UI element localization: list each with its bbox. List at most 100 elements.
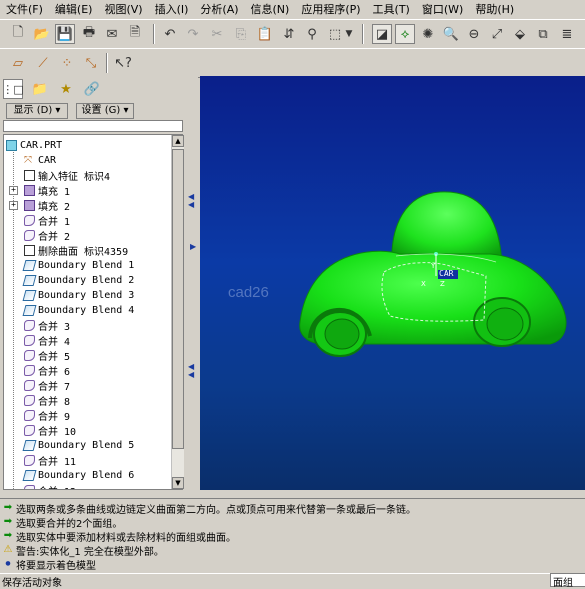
- toolbar-separator: [153, 24, 155, 44]
- tree-item[interactable]: 合并 7: [24, 378, 70, 393]
- zoom-in-icon[interactable]: 🔍: [441, 24, 461, 44]
- layers-icon[interactable]: ≣: [557, 24, 577, 44]
- expand-arrow-icon[interactable]: ▶: [190, 242, 196, 251]
- tree-item[interactable]: Boundary Blend 2: [22, 273, 134, 288]
- undo-icon[interactable]: ↶: [160, 24, 180, 44]
- spin-center-icon[interactable]: ✺: [418, 24, 438, 44]
- zoom-out-icon[interactable]: ⊖: [464, 24, 484, 44]
- context-help-icon[interactable]: ↖?: [113, 53, 133, 73]
- saved-views-icon[interactable]: ⧉: [533, 24, 553, 44]
- display-button[interactable]: 显示 (D) ▾: [6, 103, 68, 119]
- tree-item[interactable]: + 填充 2: [9, 198, 70, 213]
- find-icon[interactable]: ⚲: [302, 24, 322, 44]
- tree-item-label: 合并 1: [38, 217, 71, 228]
- tree-scrollbar[interactable]: ▲ ▼: [171, 135, 184, 489]
- datum-plane-icon[interactable]: ⏥: [8, 53, 28, 73]
- menu-item[interactable]: 分析(A): [194, 1, 244, 17]
- tree-item[interactable]: 合并 2: [24, 228, 70, 243]
- expand-icon[interactable]: +: [9, 201, 18, 210]
- tree-item[interactable]: ⤧ CAR: [24, 153, 56, 168]
- scroll-thumb[interactable]: [172, 149, 184, 449]
- regenerate-icon[interactable]: ⇵: [279, 24, 299, 44]
- tree-item[interactable]: + 填充 1: [9, 183, 71, 198]
- cut-icon[interactable]: ✂: [207, 24, 227, 44]
- tree-item[interactable]: Boundary Blend 4: [22, 303, 135, 318]
- tree-item[interactable]: 合并 12: [24, 483, 76, 489]
- chevron-down-icon[interactable]: ▼: [343, 24, 355, 44]
- boundary-blend-icon: [22, 440, 37, 451]
- send-mail-icon[interactable]: ✉: [102, 24, 122, 44]
- scroll-up-icon[interactable]: ▲: [172, 135, 184, 147]
- tree-item[interactable]: 合并 8: [24, 393, 70, 408]
- tree-item[interactable]: 合并 11: [24, 453, 76, 468]
- tree-header-bar: [3, 120, 183, 132]
- merge-icon: [24, 350, 35, 361]
- scroll-down-icon[interactable]: ▼: [172, 477, 184, 489]
- tab-model-tree[interactable]: ⋮□: [2, 79, 24, 99]
- open-file-icon[interactable]: 📂: [32, 24, 52, 44]
- import-feature-icon: [24, 170, 35, 181]
- expand-icon[interactable]: +: [9, 186, 18, 195]
- menu-item[interactable]: 窗口(W): [416, 1, 469, 17]
- menu-item[interactable]: 编辑(E): [49, 1, 99, 17]
- menu-item[interactable]: 文件(F): [0, 1, 49, 17]
- tree-item-label: 合并 12: [38, 483, 76, 489]
- datum-point-icon[interactable]: ⁘: [57, 53, 77, 73]
- tree-item[interactable]: 合并 4: [24, 333, 70, 348]
- tree-item-label: 合并 10: [38, 427, 77, 438]
- save-icon[interactable]: 💾: [55, 24, 75, 44]
- copy-icon[interactable]: ⎘: [231, 24, 251, 44]
- tree-item[interactable]: CAR.PRT: [6, 138, 62, 153]
- print-icon[interactable]: 🖶: [79, 24, 99, 44]
- tab-favorites[interactable]: ★: [56, 79, 76, 99]
- new-file-icon[interactable]: 🗋: [8, 24, 28, 44]
- message-line: ● 将要显示着色模型: [3, 557, 96, 572]
- merge-icon: [24, 215, 35, 226]
- tree-item[interactable]: 合并 10: [24, 423, 76, 438]
- menu-item[interactable]: 帮助(H): [469, 1, 520, 17]
- tree-item[interactable]: 合并 3: [24, 318, 70, 333]
- tab-connections[interactable]: 🔗: [82, 79, 102, 99]
- tab-folder-browser[interactable]: 📁: [30, 79, 50, 99]
- sketch-view-icon[interactable]: ◪: [372, 24, 392, 44]
- save-copy-icon[interactable]: 🗎: [125, 24, 145, 44]
- tree-item[interactable]: 合并 1: [24, 213, 70, 228]
- boundary-blend-icon: [22, 260, 37, 271]
- menu-item[interactable]: 插入(I): [149, 1, 195, 17]
- menu-item[interactable]: 应用程序(P): [295, 1, 366, 17]
- axis-y-label: Y: [431, 262, 436, 270]
- collapse-arrow-icon[interactable]: ◀: [188, 200, 194, 209]
- tree-item[interactable]: Boundary Blend 1: [22, 258, 134, 273]
- redo-icon[interactable]: ↷: [183, 24, 203, 44]
- menu-item[interactable]: 信息(N): [245, 1, 296, 17]
- datum-display-icon[interactable]: ⟡: [395, 24, 415, 44]
- datum-csys-icon[interactable]: ⤡: [81, 53, 101, 73]
- main-toolbar: 🗋 📂 💾 🖶 ✉ 🗎 ↶ ↷ ✂ ⎘ 📋 ⇵ ⚲ ⬚ ▼ ◪ ⟡ ✺ 🔍 ⊖ …: [0, 19, 585, 49]
- refit-icon[interactable]: ⤢: [487, 24, 507, 44]
- tree-item[interactable]: 输入特征 标识4: [24, 168, 110, 183]
- tree-item[interactable]: 删除曲面 标识4359: [24, 243, 128, 258]
- collapse-arrow-icon[interactable]: ◀: [188, 370, 194, 379]
- merge-icon: [24, 380, 35, 391]
- delete-surface-icon: [24, 245, 35, 256]
- watermark-text: cad26: [228, 284, 269, 301]
- paste-icon[interactable]: 📋: [255, 24, 275, 44]
- tree-item-label: 填充 1: [38, 187, 71, 198]
- boundary-blend-icon: [22, 290, 37, 301]
- tree-item[interactable]: Boundary Blend 3: [22, 288, 134, 303]
- graphics-window[interactable]: cad26 CAR Y X Z: [200, 76, 585, 490]
- panel-splitter[interactable]: ◀ ◀ ▶ ◀ ◀: [186, 77, 198, 490]
- tree-item[interactable]: Boundary Blend 5: [22, 438, 134, 453]
- settings-button[interactable]: 设置 (G) ▾: [76, 103, 134, 119]
- boundary-blend-icon: [22, 275, 37, 286]
- menu-item[interactable]: 视图(V): [98, 1, 148, 17]
- tree-item[interactable]: Boundary Blend 6: [22, 468, 134, 483]
- tree-item-label: Boundary Blend 4: [38, 305, 135, 316]
- menu-item[interactable]: 工具(T): [367, 1, 416, 17]
- tree-item[interactable]: 合并 9: [24, 408, 70, 423]
- tree-item[interactable]: 合并 6: [24, 363, 70, 378]
- datum-axis-icon[interactable]: ⟋: [33, 53, 53, 73]
- orient-icon[interactable]: ⬙: [510, 24, 530, 44]
- tree-item[interactable]: 合并 5: [24, 348, 70, 363]
- select-box-icon[interactable]: ⬚: [325, 24, 345, 44]
